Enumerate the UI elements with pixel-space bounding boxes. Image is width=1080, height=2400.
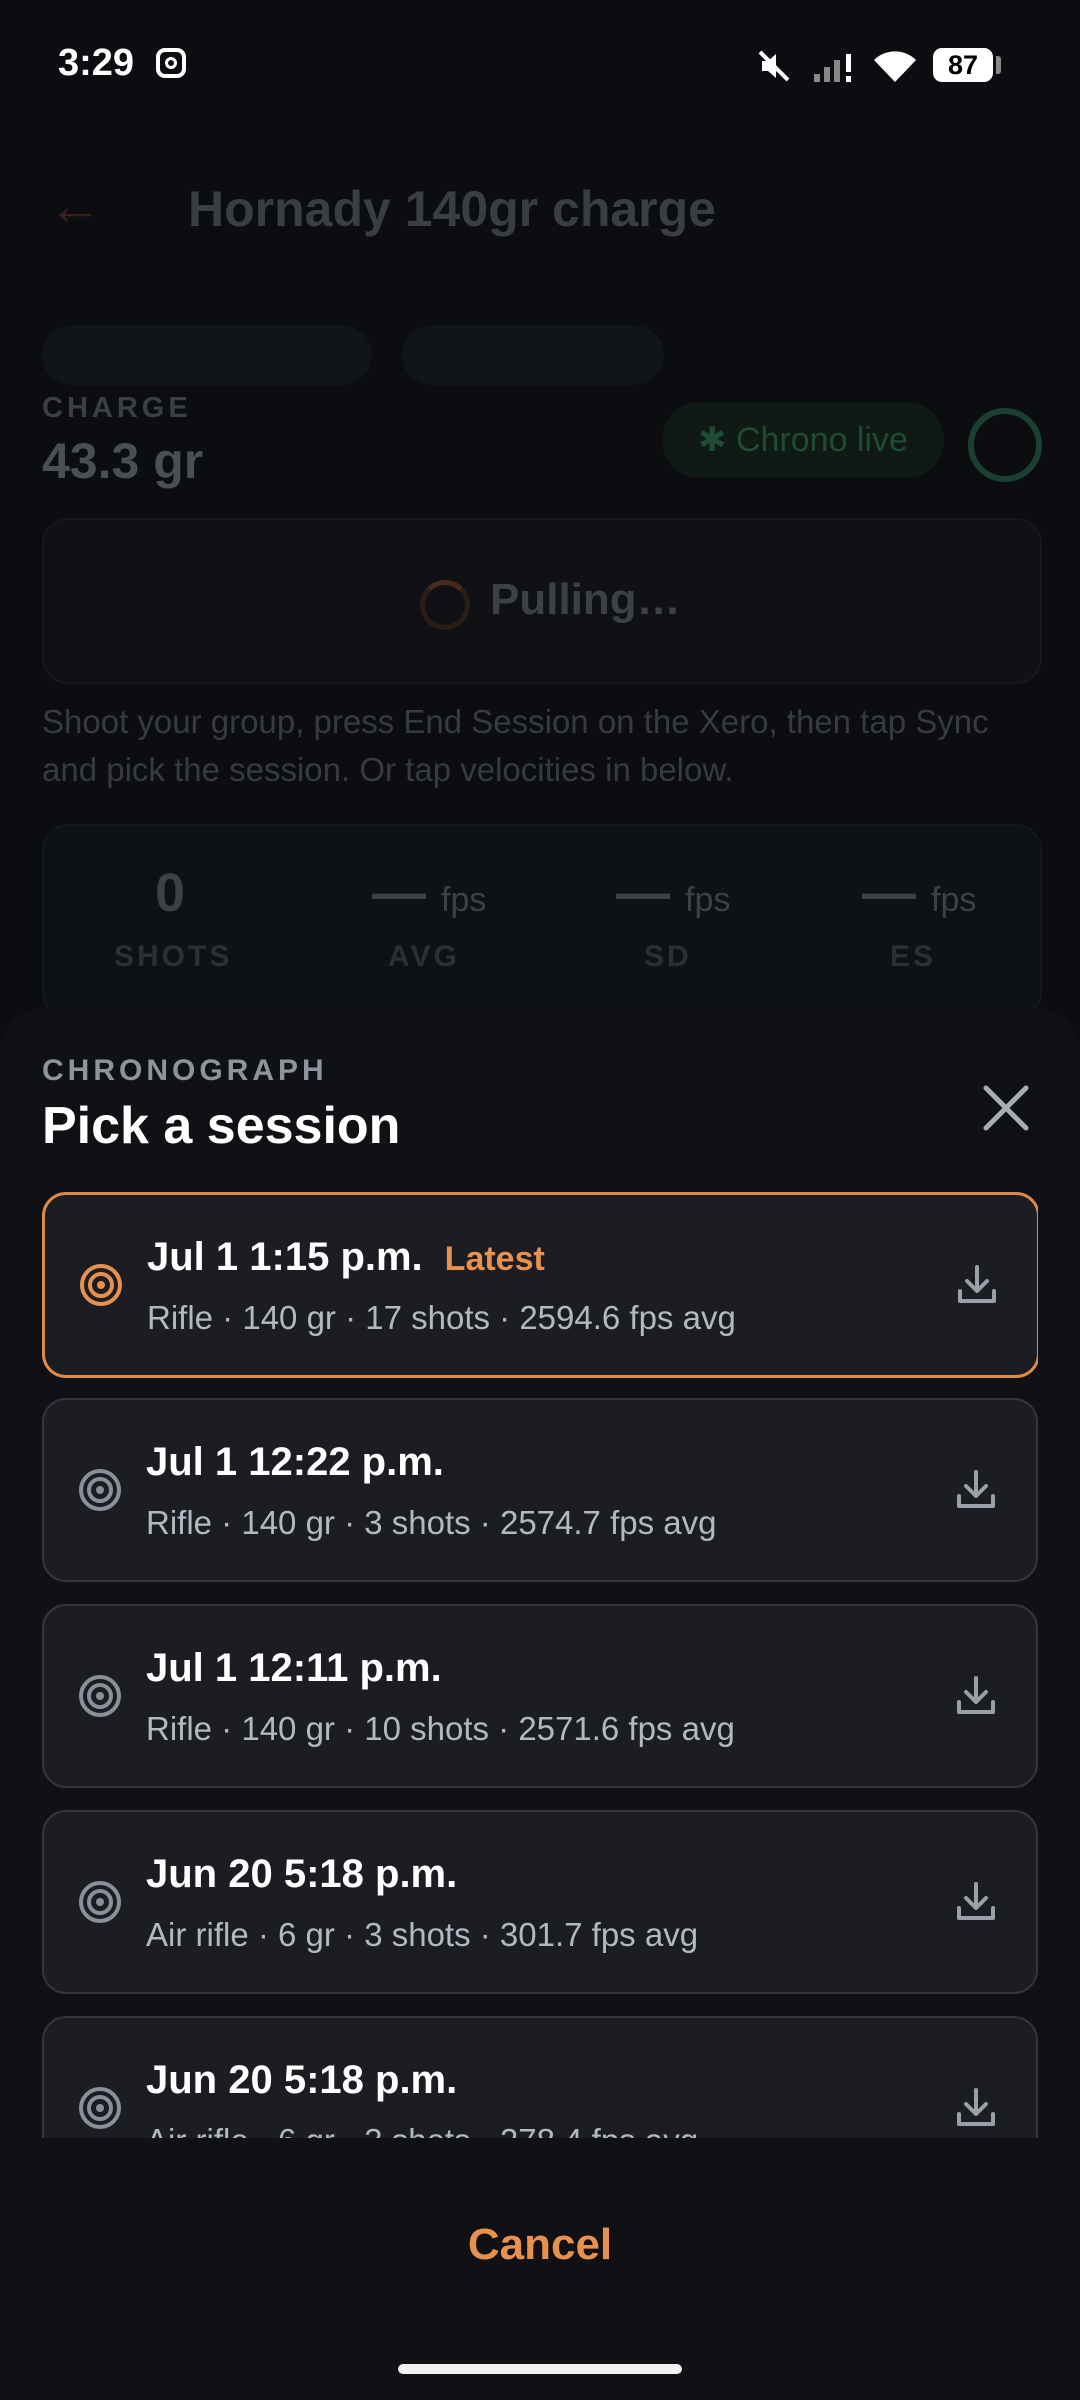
home-indicator bbox=[398, 2364, 682, 2374]
download-icon[interactable] bbox=[954, 1880, 998, 1924]
latest-badge: Latest bbox=[444, 1240, 545, 1278]
sheet-title: Pick a session bbox=[42, 1097, 401, 1155]
stat-es-value: — fps bbox=[862, 863, 977, 923]
status-bar: 3:29 87 bbox=[0, 0, 1080, 130]
stat-shots-value: 0 bbox=[155, 863, 186, 923]
tab-ghost-2 bbox=[402, 325, 664, 385]
pulling-label: Pulling… bbox=[490, 575, 681, 624]
download-icon[interactable] bbox=[954, 1674, 998, 1718]
cancel-button[interactable]: Cancel bbox=[0, 2220, 1080, 2270]
stat-es-label: ES bbox=[890, 940, 937, 973]
tab-ghost-1 bbox=[42, 325, 372, 385]
spinner-icon bbox=[420, 580, 470, 630]
session-title: Jul 1 12:11 p.m. bbox=[146, 1646, 442, 1690]
stat-avg-value: — fps bbox=[372, 863, 487, 923]
sheet-eyebrow: CHRONOGRAPH bbox=[42, 1054, 328, 1087]
download-icon[interactable] bbox=[955, 1263, 999, 1307]
session-list[interactable]: Jul 1 1:15 p.m. Latest Rifle · 140 gr · 17… bbox=[42, 1192, 1038, 2138]
instagram-icon bbox=[156, 48, 186, 78]
session-card[interactable]: Jul 1 1:15 p.m. Latest Rifle · 140 gr · 17… bbox=[42, 1192, 1038, 1378]
session-subtitle: Rifle · 140 gr · 10 shots · 2571.6 fps a… bbox=[146, 1710, 735, 1747]
close-icon[interactable] bbox=[976, 1078, 1036, 1138]
status-time: 3:29 bbox=[58, 42, 135, 84]
session-card[interactable]: Jul 1 12:11 p.m. Rifle · 140 gr · 10 shot… bbox=[42, 1604, 1038, 1788]
session-title: Jul 1 1:15 p.m. Latest bbox=[147, 1235, 545, 1279]
stat-sd-value: — fps bbox=[616, 863, 731, 923]
session-title: Jun 20 5:18 p.m. bbox=[146, 2058, 458, 2102]
check-circle-icon bbox=[968, 408, 1042, 482]
session-card[interactable]: Jul 1 12:22 p.m. Rifle · 140 gr · 3 shots… bbox=[42, 1398, 1038, 1582]
session-title: Jul 1 12:22 p.m. bbox=[146, 1440, 444, 1484]
back-arrow-icon: ← bbox=[48, 176, 102, 236]
session-subtitle: Air rifle · 6 gr · 3 shots · 301.7 fps a… bbox=[146, 1916, 699, 1953]
stat-avg-label: AVG bbox=[388, 940, 460, 973]
session-subtitle: Rifle · 140 gr · 3 shots · 2574.7 fps av… bbox=[146, 1504, 717, 1541]
target-icon bbox=[80, 1264, 122, 1306]
chrono-live-badge: ✱ Chrono live bbox=[662, 402, 944, 478]
battery-nub bbox=[996, 56, 1001, 74]
chrono-live-label: Chrono live bbox=[735, 421, 908, 459]
signal-icon bbox=[814, 54, 851, 82]
session-subtitle: Rifle · 140 gr · 17 shots · 2594.6 fps a… bbox=[147, 1299, 736, 1336]
wifi-icon bbox=[874, 51, 916, 82]
charge-label: CHARGE bbox=[42, 392, 192, 424]
session-card[interactable]: Jun 20 5:18 p.m. Air rifle · 6 gr · 3 sho… bbox=[42, 2016, 1038, 2138]
download-icon[interactable] bbox=[954, 1468, 998, 1512]
mute-icon bbox=[758, 50, 790, 82]
battery-level: 87 bbox=[933, 48, 993, 82]
instructions-text: Shoot your group, press End Session on t… bbox=[42, 703, 989, 788]
stat-sd-label: SD bbox=[644, 940, 692, 973]
charge-value: 43.3 gr bbox=[42, 433, 204, 489]
bluetooth-icon: ✱ bbox=[698, 421, 736, 459]
session-title: Jun 20 5:18 p.m. bbox=[146, 1852, 458, 1896]
target-icon bbox=[79, 1675, 121, 1717]
target-icon bbox=[79, 1881, 121, 1923]
download-icon[interactable] bbox=[954, 2086, 998, 2130]
target-icon bbox=[79, 1469, 121, 1511]
session-card[interactable]: Jun 20 5:18 p.m. Air rifle · 6 gr · 3 sho… bbox=[42, 1810, 1038, 1994]
stat-shots-label: SHOTS bbox=[114, 940, 233, 973]
page-title: Hornady 140gr charge bbox=[188, 181, 716, 237]
target-icon bbox=[79, 2087, 121, 2129]
session-subtitle: Air rifle · 6 gr · 3 shots · 278.4 fps a… bbox=[146, 2122, 698, 2138]
